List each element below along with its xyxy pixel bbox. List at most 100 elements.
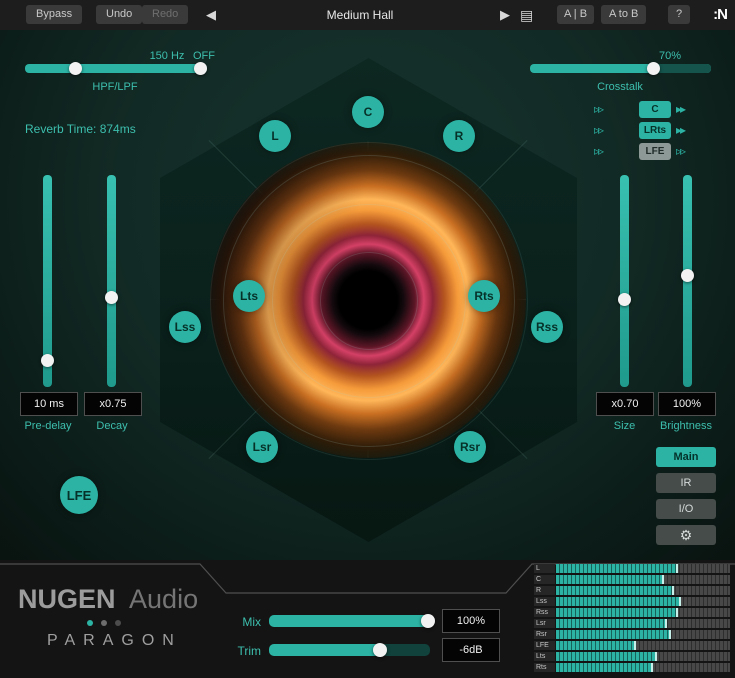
meter-fill bbox=[556, 586, 674, 595]
view-button-main[interactable]: Main bbox=[656, 447, 716, 467]
meter-channel-label: Lss bbox=[534, 597, 555, 606]
trim-slider-handle[interactable] bbox=[373, 643, 387, 657]
meter-row: Lss bbox=[534, 597, 730, 606]
meter-bar bbox=[556, 564, 730, 573]
routing-output-chevron-icon[interactable]: ▸▸ bbox=[676, 122, 684, 139]
trim-slider[interactable] bbox=[269, 644, 430, 656]
crosstalk-slider[interactable] bbox=[530, 64, 711, 73]
meter-bar bbox=[556, 597, 730, 606]
pre-delay-value[interactable]: 10 ms bbox=[20, 392, 78, 416]
brightness-value[interactable]: 100% bbox=[658, 392, 716, 416]
pre-delay-label: Pre-delay bbox=[12, 420, 84, 432]
lpf-value-label: OFF bbox=[188, 50, 220, 62]
meter-row: LFE bbox=[534, 641, 730, 650]
decay-label: Decay bbox=[84, 420, 140, 432]
meter-channel-label: C bbox=[534, 575, 555, 584]
trim-value[interactable]: -6dB bbox=[442, 638, 500, 662]
routing-input-chevron-icon[interactable]: ▹▹ bbox=[594, 101, 602, 118]
mix-slider[interactable] bbox=[269, 615, 430, 627]
size-label: Size bbox=[596, 420, 653, 432]
brand-name-light: Audio bbox=[129, 584, 198, 614]
mix-value[interactable]: 100% bbox=[442, 609, 500, 633]
channel-node-lsr[interactable]: Lsr bbox=[246, 431, 278, 463]
redo-button[interactable]: Redo bbox=[142, 5, 188, 24]
preset-name[interactable]: Medium Hall bbox=[280, 0, 440, 30]
meter-row: C bbox=[534, 575, 730, 584]
routing-output-chevron-icon[interactable]: ▸▸ bbox=[676, 101, 684, 118]
meter-fill bbox=[556, 575, 664, 584]
channel-node-l[interactable]: L bbox=[259, 120, 291, 152]
meter-fill bbox=[556, 597, 681, 606]
ab-compare-button[interactable]: A | B bbox=[557, 5, 594, 24]
page-dot bbox=[87, 620, 93, 626]
trim-slider-fill bbox=[269, 644, 380, 656]
channel-node-c[interactable]: C bbox=[352, 96, 384, 128]
view-button-io[interactable]: I/O bbox=[656, 499, 716, 519]
size-fader-handle[interactable] bbox=[618, 293, 631, 306]
meter-bar bbox=[556, 652, 730, 661]
brightness-fader-handle[interactable] bbox=[681, 269, 694, 282]
meter-bar bbox=[556, 630, 730, 639]
meter-channel-label: LFE bbox=[534, 641, 555, 650]
channel-node-rsr[interactable]: Rsr bbox=[454, 431, 486, 463]
decay-fader[interactable] bbox=[107, 175, 116, 387]
brand-name-bold: NUGEN bbox=[18, 584, 116, 614]
meter-fill bbox=[556, 619, 667, 628]
meter-channel-label: R bbox=[534, 586, 555, 595]
meter-channel-label: Rss bbox=[534, 608, 555, 617]
next-preset-icon[interactable]: ▶ bbox=[500, 4, 510, 26]
view-button-ir[interactable]: IR bbox=[656, 473, 716, 493]
size-value[interactable]: x0.70 bbox=[596, 392, 654, 416]
channel-node-lfe[interactable]: LFE bbox=[60, 476, 98, 514]
hpf-lpf-slider[interactable] bbox=[25, 64, 207, 73]
meter-channel-label: Rsr bbox=[534, 630, 555, 639]
meter-row: Rss bbox=[534, 608, 730, 617]
channel-node-lts[interactable]: Lts bbox=[233, 280, 265, 312]
help-button[interactable]: ? bbox=[668, 5, 690, 24]
title-bar: Bypass Undo Redo ◀ Medium Hall ▶ ▤ A | B… bbox=[0, 0, 735, 30]
routing-input-chevron-icon[interactable]: ▹▹ bbox=[594, 122, 602, 139]
decay-fader-handle[interactable] bbox=[105, 291, 118, 304]
page-dot bbox=[115, 620, 121, 626]
previous-preset-icon[interactable]: ◀ bbox=[206, 4, 216, 26]
nugen-logo-mark: :N bbox=[713, 0, 727, 30]
routing-output-chevron-icon[interactable]: ▹▹ bbox=[676, 143, 684, 160]
lpf-slider-handle[interactable] bbox=[194, 62, 207, 75]
size-fader[interactable] bbox=[620, 175, 629, 387]
mix-label: Mix bbox=[231, 615, 261, 629]
pre-delay-fader-handle[interactable] bbox=[41, 354, 54, 367]
trim-label: Trim bbox=[231, 644, 261, 658]
meter-bar bbox=[556, 608, 730, 617]
crosstalk-track-unfilled bbox=[654, 64, 711, 73]
meter-channel-label: L bbox=[534, 564, 555, 573]
meter-fill bbox=[556, 564, 678, 573]
meter-row: Lsr bbox=[534, 619, 730, 628]
settings-gear-icon[interactable]: ⚙ bbox=[656, 525, 716, 545]
channel-node-lss[interactable]: Lss bbox=[169, 311, 201, 343]
undo-button[interactable]: Undo bbox=[96, 5, 142, 24]
decay-value[interactable]: x0.75 bbox=[84, 392, 142, 416]
meter-row: Rsr bbox=[534, 630, 730, 639]
mix-slider-handle[interactable] bbox=[421, 614, 435, 628]
channel-node-r[interactable]: R bbox=[443, 120, 475, 152]
routing-button-lrts[interactable]: LRts bbox=[639, 122, 671, 139]
channel-node-rss[interactable]: Rss bbox=[531, 311, 563, 343]
crosstalk-slider-handle[interactable] bbox=[647, 62, 660, 75]
a-to-b-button[interactable]: A to B bbox=[601, 5, 646, 24]
routing-button-c[interactable]: C bbox=[639, 101, 671, 118]
routing-input-chevron-icon[interactable]: ▹▹ bbox=[594, 143, 602, 160]
brightness-label: Brightness bbox=[650, 420, 722, 432]
meter-row: L bbox=[534, 564, 730, 573]
product-name: PARAGON bbox=[47, 632, 182, 650]
paragon-plugin-window: Bypass Undo Redo ◀ Medium Hall ▶ ▤ A | B… bbox=[0, 0, 735, 678]
meter-bar bbox=[556, 663, 730, 672]
routing-button-lfe[interactable]: LFE bbox=[639, 143, 671, 160]
meter-bar bbox=[556, 641, 730, 650]
crosstalk-value-label: 70% bbox=[650, 50, 690, 62]
channel-node-rts[interactable]: Rts bbox=[468, 280, 500, 312]
bottom-panel: NUGEN Audio PARAGON Mix 100% Trim -6dB L… bbox=[0, 560, 735, 678]
meter-bar bbox=[556, 575, 730, 584]
bypass-button[interactable]: Bypass bbox=[26, 5, 82, 24]
hpf-slider-handle[interactable] bbox=[69, 62, 82, 75]
preset-list-icon[interactable]: ▤ bbox=[520, 4, 533, 26]
